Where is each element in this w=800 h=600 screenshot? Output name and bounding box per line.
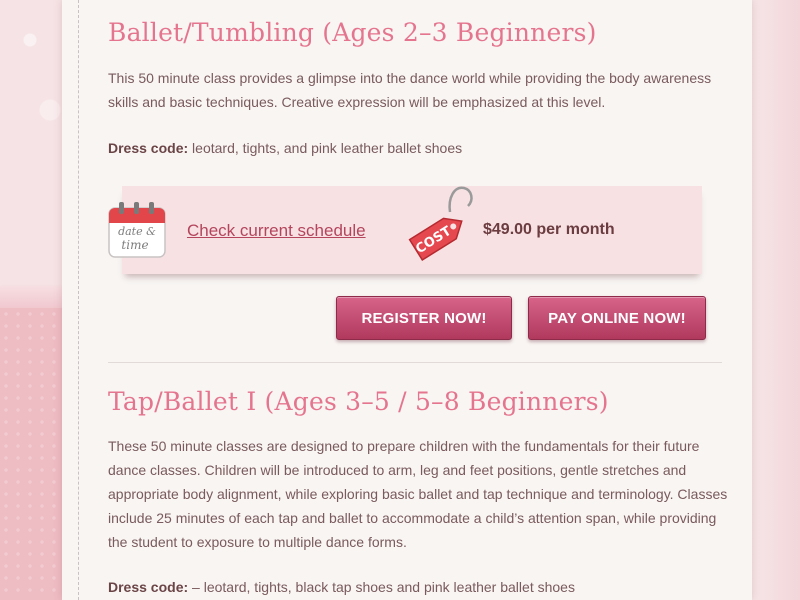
dress-code-label: Dress code:	[108, 579, 189, 595]
section-title-ballet-tumbling: Ballet/Tumbling (Ages 2–3 Beginners)	[108, 18, 597, 47]
dress-code-value: leotard, tights, and pink leather ballet…	[188, 140, 463, 156]
register-now-button[interactable]: REGISTER NOW!	[336, 296, 512, 340]
price-label: $49.00 per month	[483, 221, 615, 238]
cost-tag-icon: COST	[408, 186, 473, 261]
calendar-icon-text-1: date &	[118, 225, 156, 238]
dress-code-ballet-tumbling: Dress code: leotard, tights, and pink le…	[108, 140, 462, 156]
background-ribbon	[0, 286, 70, 308]
background-pattern-top	[0, 0, 70, 300]
background-pattern-bottom	[0, 308, 70, 600]
check-schedule-link[interactable]: Check current schedule	[187, 221, 366, 241]
section-title-tap-ballet: Tap/Ballet I (Ages 3–5 / 5–8 Beginners)	[108, 387, 609, 416]
dress-code-tap-ballet: Dress code: – leotard, tights, black tap…	[108, 579, 575, 595]
section-description-ballet-tumbling: This 50 minute class provides a glimpse …	[108, 70, 712, 110]
section-divider	[108, 362, 722, 363]
section-description-tap-ballet: These 50 minute classes are designed to …	[108, 438, 728, 550]
background-right	[745, 0, 800, 600]
calendar-icon: date & time	[108, 202, 166, 258]
stitch-border	[78, 0, 79, 600]
dress-code-label: Dress code:	[108, 140, 189, 156]
dress-code-value: – leotard, tights, black tap shoes and p…	[188, 579, 575, 595]
calendar-icon-text-2: time	[121, 238, 148, 252]
pay-online-button[interactable]: PAY ONLINE NOW!	[528, 296, 706, 340]
